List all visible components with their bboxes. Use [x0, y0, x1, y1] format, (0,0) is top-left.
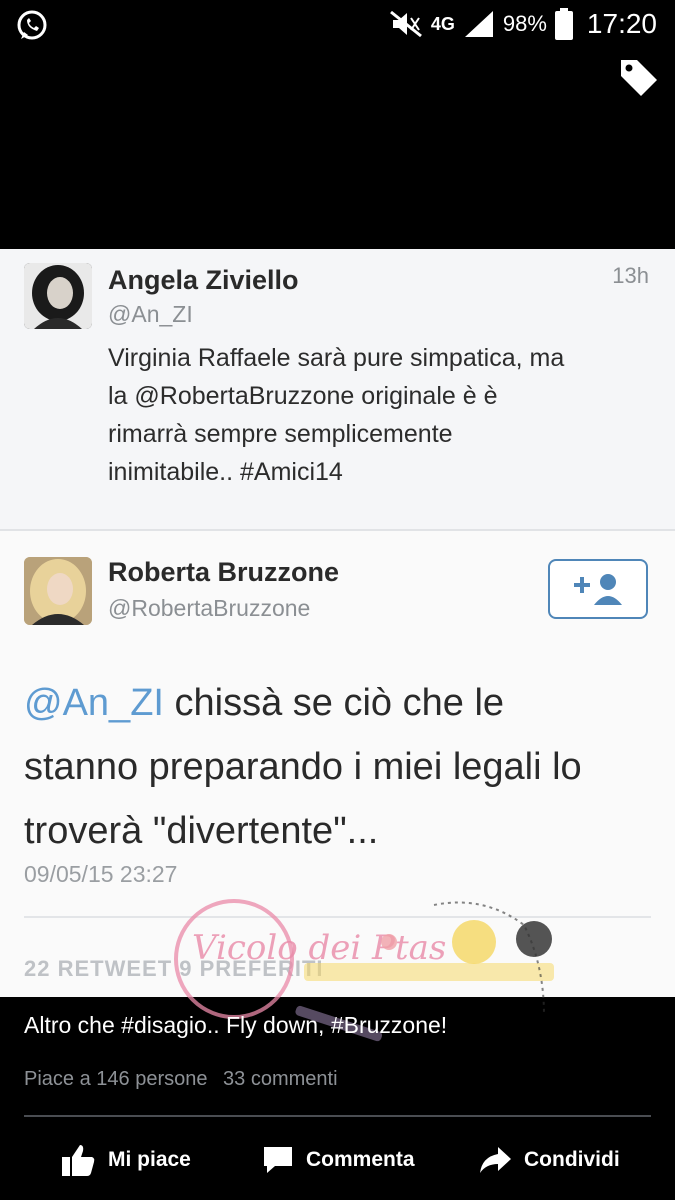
comment-label: Commenta — [306, 1148, 415, 1171]
tweet-text-line: troverà "divertente"... — [24, 810, 379, 852]
mention-link[interactable]: @An_ZI — [24, 682, 164, 724]
tweet-screenshot[interactable]: Angela Ziviello @An_ZI 13h Virginia Raff… — [0, 249, 675, 997]
network-type: 4G — [430, 13, 455, 34]
likes-count[interactable]: Piace a 146 persone — [24, 1068, 207, 1090]
comments-count[interactable]: 33 commenti — [223, 1068, 338, 1090]
tweet-text: Virginia Raffaele sarà pure simpatica, m… — [108, 339, 668, 491]
author-name: Roberta Bruzzone — [108, 557, 340, 587]
author-handle: @An_ZI — [108, 301, 193, 327]
divider — [24, 1115, 651, 1117]
whatsapp-icon — [17, 10, 47, 40]
tweet-text-line: Virginia Raffaele sarà pure simpatica, m… — [108, 344, 565, 372]
comment-button[interactable]: Commenta — [262, 1140, 415, 1180]
tweet-text: @An_ZI chissà se ciò che le stanno prepa… — [24, 671, 654, 863]
comment-icon — [264, 1147, 292, 1173]
share-button[interactable]: Condividi — [478, 1140, 620, 1180]
mute-icon — [389, 10, 422, 38]
tweet-text-line: stanno preparando i miei legali lo — [24, 746, 582, 788]
share-icon — [480, 1147, 511, 1173]
divider — [24, 916, 651, 918]
tweet-date: 09/05/15 23:27 — [24, 861, 178, 887]
tweet-reply-source: Angela Ziviello @An_ZI 13h Virginia Raff… — [0, 249, 675, 531]
post-caption: Altro che #disagio.. Fly down, #Bruzzone… — [24, 1012, 448, 1038]
tag-icon[interactable] — [617, 56, 661, 100]
signal-icon — [464, 11, 493, 37]
tweet-time: 13h — [612, 263, 649, 288]
tweet-text-line: rimarrà sempre semplicemente — [108, 420, 453, 448]
avatar — [24, 263, 92, 329]
author-name: Angela Ziviello — [108, 265, 299, 295]
post-engagement: Piace a 146 persone 33 commenti — [24, 1068, 348, 1091]
like-button[interactable]: Mi piace — [62, 1140, 191, 1180]
clock: 17:20 — [586, 8, 657, 39]
follow-button[interactable] — [548, 559, 648, 619]
tweet-main: Roberta Bruzzone @RobertaBruzzone @An_ZI… — [0, 531, 675, 997]
author-handle: @RobertaBruzzone — [108, 595, 311, 621]
thumbs-up-icon — [62, 1145, 95, 1176]
tweet-stats: 22 RETWEET 9 PREFERITI — [24, 956, 324, 981]
tweet-text-line: inimitabile.. #Amici14 — [108, 458, 343, 486]
share-label: Condividi — [524, 1148, 620, 1171]
add-user-icon — [574, 574, 622, 605]
like-label: Mi piace — [108, 1148, 191, 1171]
avatar — [24, 557, 92, 625]
tweet-text-segment: chissà se ciò che le — [163, 682, 505, 724]
battery-icon — [554, 8, 573, 40]
status-bar: 4G 98% 17:20 — [0, 0, 675, 50]
post-actions: Mi piace Commenta Condividi — [0, 1140, 675, 1180]
battery-percent: 98% — [502, 11, 547, 36]
tweet-text-line: la @RobertaBruzzone originale è è — [108, 382, 498, 410]
